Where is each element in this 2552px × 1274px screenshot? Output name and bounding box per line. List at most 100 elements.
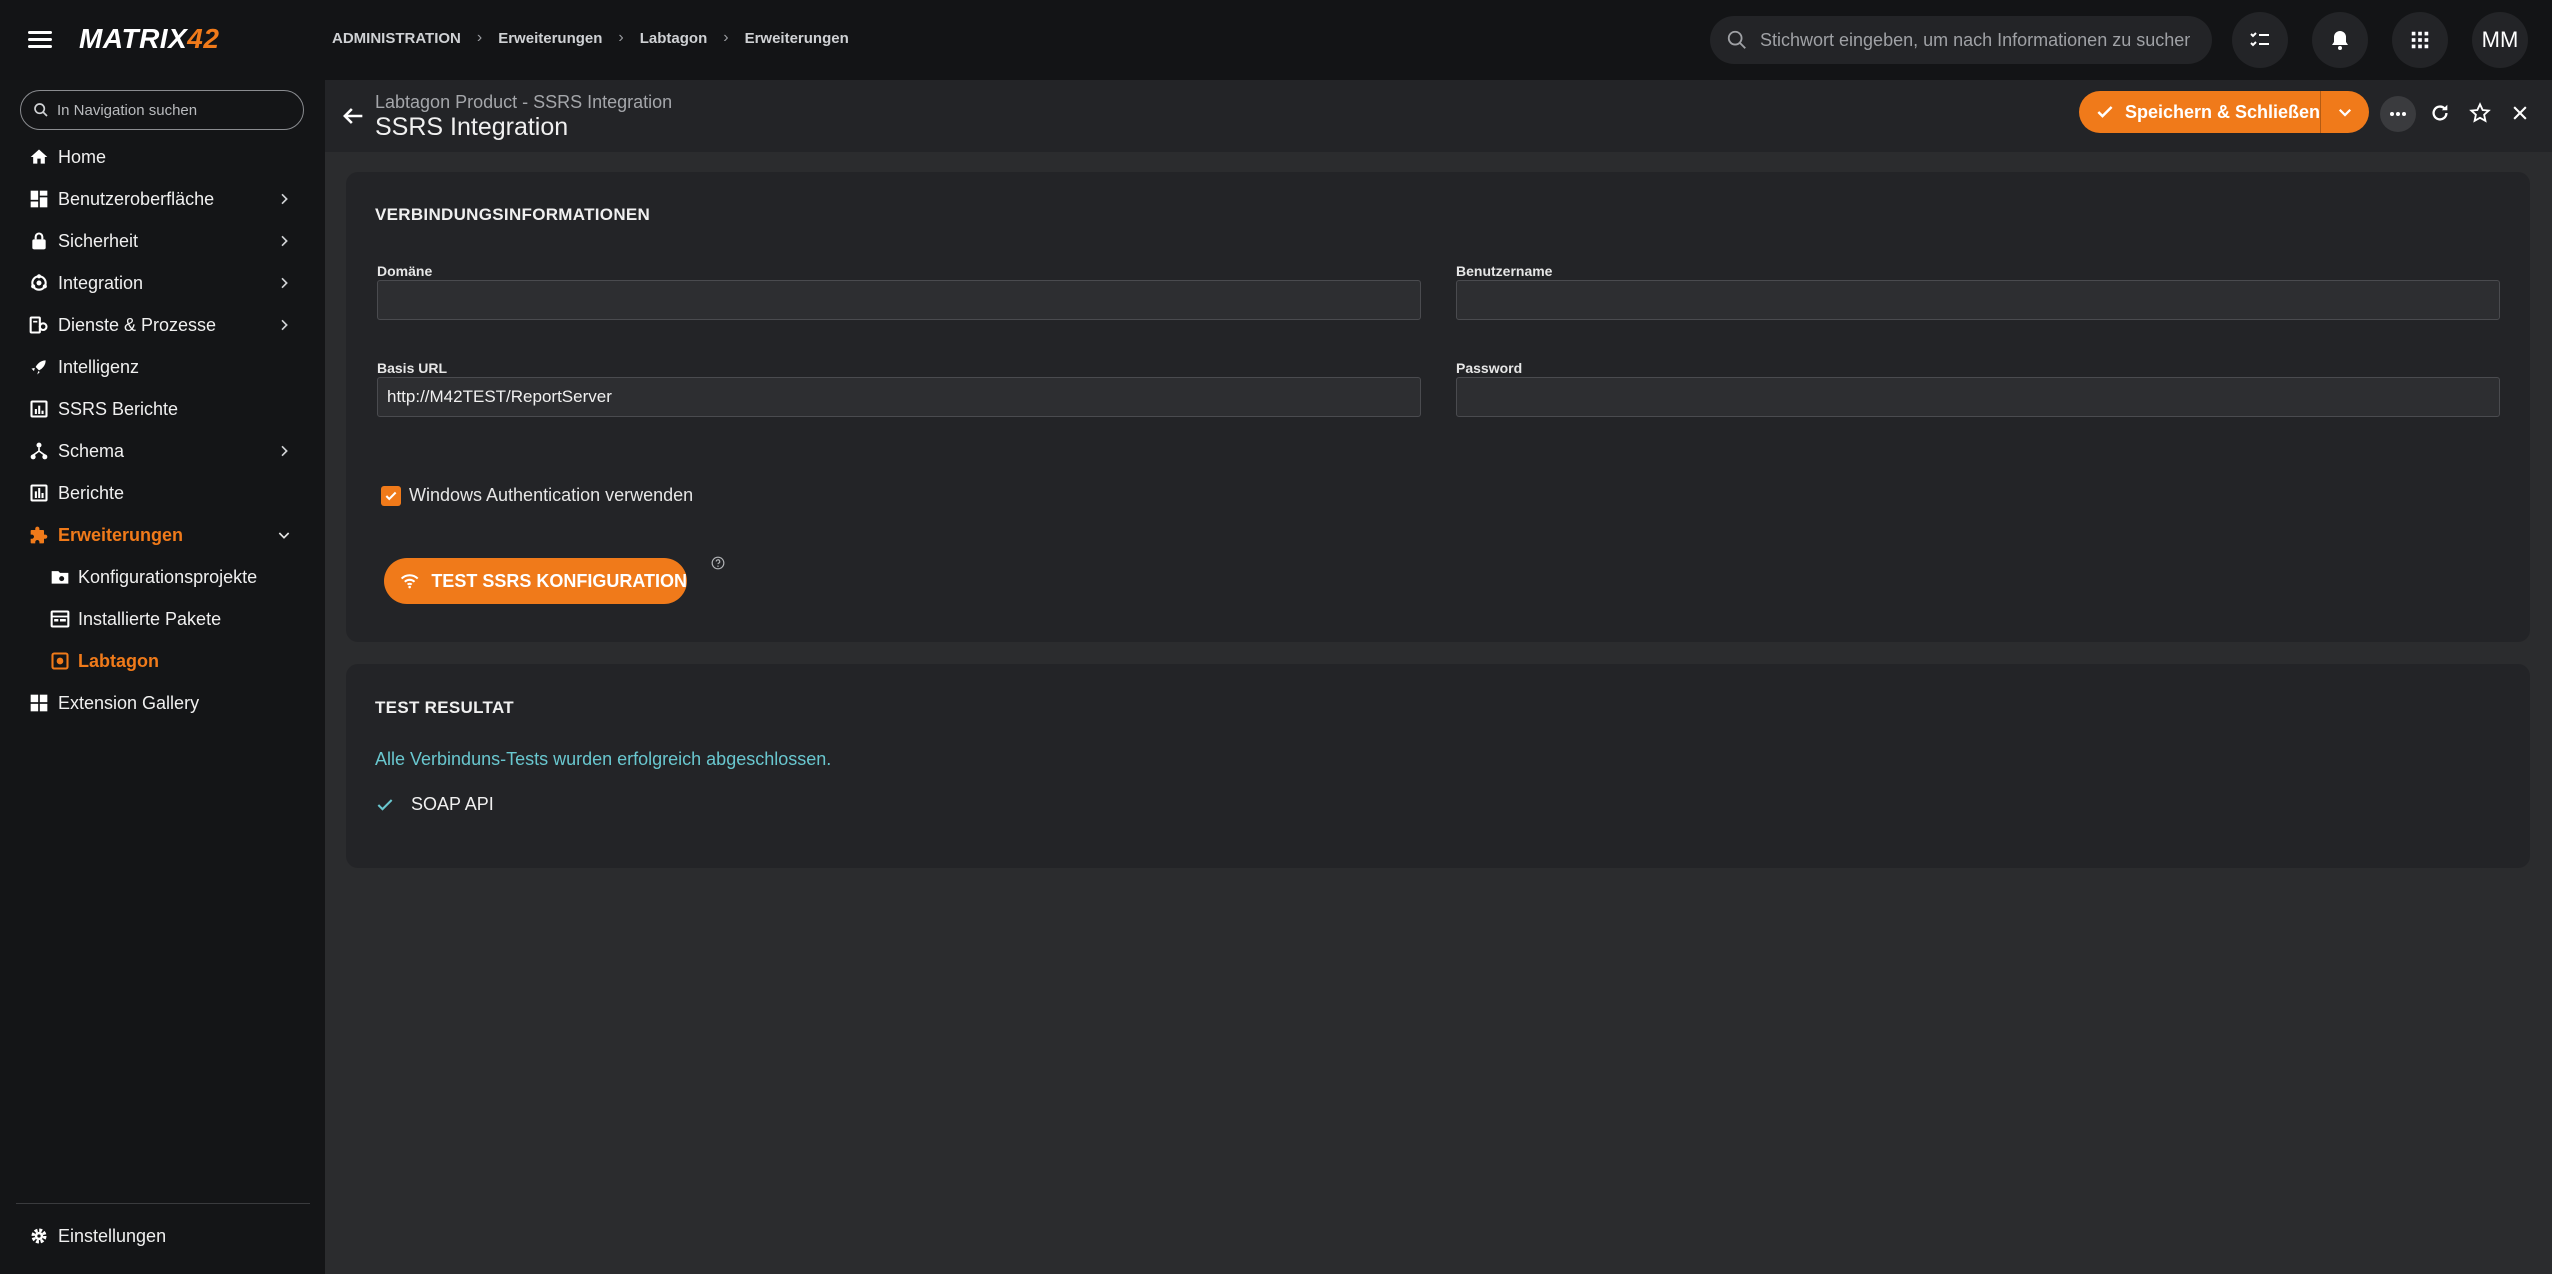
sidebar-item-berichte[interactable]: Berichte [0, 472, 325, 514]
sidebar-item-label: Installierte Pakete [78, 609, 222, 629]
more-options-button[interactable] [2380, 96, 2416, 132]
sidebar-item-label: SSRS Berichte [58, 399, 179, 419]
sidebar-item-label: Erweiterungen [58, 525, 184, 545]
base-url-field[interactable] [377, 377, 1421, 417]
sidebar-item-label: Integration [58, 273, 144, 293]
bell-icon [2332, 31, 2348, 50]
more-horizontal-icon [2390, 112, 2406, 116]
windows-auth-label[interactable]: Windows Authentication verwenden [409, 485, 693, 506]
user-avatar[interactable]: MM [2472, 12, 2528, 68]
home-icon [30, 149, 48, 164]
sidebar-item-ssrs-berichte[interactable]: SSRS Berichte [0, 388, 325, 430]
check-icon [377, 798, 393, 811]
breadcrumb-item-labtagon[interactable]: Labtagon [640, 30, 708, 47]
breadcrumb-item-administration[interactable]: ADMINISTRATION [332, 30, 461, 47]
sidebar-item-label: Sicherheit [58, 231, 139, 251]
password-field[interactable] [1456, 377, 2500, 417]
base-url-label: Basis URL [377, 360, 448, 376]
apps-grid-icon [2411, 31, 2429, 49]
apps-button[interactable] [2392, 12, 2448, 68]
sidebar-item-extension-gallery[interactable]: Extension Gallery [0, 682, 325, 724]
close-icon [2513, 106, 2527, 120]
sidebar-item-home[interactable]: Home [0, 136, 325, 178]
help-icon[interactable] [711, 556, 725, 570]
sidebar-item-schema[interactable]: Schema [0, 430, 325, 472]
sidebar-item-label: Benutzeroberfläche [58, 189, 215, 209]
domain-field[interactable] [377, 280, 1421, 320]
breadcrumb: ADMINISTRATION › Erweiterungen › Labtago… [332, 29, 849, 47]
notifications-button[interactable] [2312, 12, 2368, 68]
save-close-button-group: Speichern & Schließen [2079, 91, 2369, 133]
sidebar-item-label: Extension Gallery [58, 693, 200, 713]
app-logo[interactable]: MATRIX42 [79, 23, 219, 55]
username-label: Benutzername [1456, 263, 1553, 279]
refresh-button[interactable] [2426, 99, 2454, 127]
save-options-dropdown[interactable] [2321, 91, 2369, 133]
sidebar-item-intelligenz[interactable]: Intelligenz [0, 346, 325, 388]
sidebar-divider [16, 1203, 310, 1204]
result-list-item: SOAP API [375, 794, 494, 815]
sidebar-item-integration[interactable]: Integration [0, 262, 325, 304]
global-search-input[interactable] [1760, 29, 2190, 51]
sidebar: Home Benutzeroberfläche Sicherheit Integ… [0, 80, 325, 1274]
nav-search[interactable] [20, 90, 304, 130]
breadcrumb-item-current[interactable]: Erweiterungen [745, 30, 849, 47]
sidebar-item-einstellungen[interactable]: Einstellungen [0, 1215, 325, 1257]
chevron-right-icon [281, 319, 288, 331]
sidebar-item-label: Labtagon [78, 651, 159, 671]
sidebar-item-label: Dienste & Prozesse [58, 315, 217, 335]
check-icon [385, 491, 397, 501]
connection-info-title: VERBINDUNGSINFORMATIONEN [375, 205, 651, 224]
global-search[interactable] [1710, 16, 2212, 64]
chevron-right-icon [281, 193, 288, 205]
sidebar-item-label: Berichte [58, 483, 125, 503]
chevron-right-icon: › [476, 29, 483, 46]
dashboard-icon [30, 190, 48, 208]
refresh-icon [2432, 104, 2448, 121]
test-result-card: TEST RESULTAT Alle Verbinduns-Tests wurd… [346, 664, 2530, 868]
save-close-label: Speichern & Schließen [2124, 101, 2320, 122]
sidebar-item-label: Home [58, 147, 107, 167]
services-icon [29, 316, 48, 334]
breadcrumb-item-erweiterungen[interactable]: Erweiterungen [498, 30, 602, 47]
sidebar-item-installierte-pakete[interactable]: Installierte Pakete [0, 598, 325, 640]
test-ssrs-configuration-button[interactable]: TEST SSRS KONFIGURATION [384, 558, 687, 604]
close-button[interactable] [2506, 99, 2534, 127]
tasks-button[interactable] [2232, 12, 2288, 68]
puzzle-icon [30, 526, 48, 544]
chevron-right-icon [281, 235, 288, 247]
password-label: Password [1456, 360, 1523, 376]
sidebar-item-sicherheit[interactable]: Sicherheit [0, 220, 325, 262]
username-field[interactable] [1456, 280, 2500, 320]
report-chart-icon [30, 400, 48, 418]
check-icon [2097, 106, 2113, 118]
lock-icon [32, 232, 46, 250]
chevron-right-icon: › [723, 29, 729, 46]
favorite-button[interactable] [2466, 99, 2494, 127]
wifi-icon [400, 574, 419, 589]
sidebar-item-konfigurationsprojekte[interactable]: Konfigurationsprojekte [0, 556, 325, 598]
sidebar-item-erweiterungen[interactable]: Erweiterungen [0, 514, 325, 556]
back-arrow-icon[interactable] [339, 102, 367, 130]
save-close-button[interactable]: Speichern & Schließen [2079, 91, 2321, 133]
sidebar-item-label: Schema [58, 441, 125, 461]
page-title: SSRS Integration [375, 113, 569, 141]
sidebar-item-dienste-prozesse[interactable]: Dienste & Prozesse [0, 304, 325, 346]
rocket-icon [31, 360, 46, 375]
folder-gear-icon [51, 571, 69, 584]
windows-auth-checkbox[interactable] [381, 486, 401, 506]
gear-icon [31, 1228, 47, 1244]
sidebar-item-label: Einstellungen [58, 1226, 167, 1246]
sidebar-item-benutzeroberflaeche[interactable]: Benutzeroberfläche [0, 178, 325, 220]
sidebar-item-labtagon[interactable]: Labtagon [0, 640, 325, 682]
hamburger-menu-icon[interactable] [26, 27, 54, 53]
chevron-right-icon: › [618, 29, 624, 46]
search-icon [34, 103, 48, 117]
nav-search-input[interactable] [57, 101, 297, 119]
extension-icon [51, 652, 69, 670]
test-result-title: TEST RESULTAT [375, 698, 514, 717]
test-success-message: Alle Verbinduns-Tests wurden erfolgreich… [375, 749, 832, 769]
gallery-icon [30, 694, 48, 712]
package-icon [50, 610, 70, 628]
sidebar-item-label: Intelligenz [58, 357, 140, 377]
